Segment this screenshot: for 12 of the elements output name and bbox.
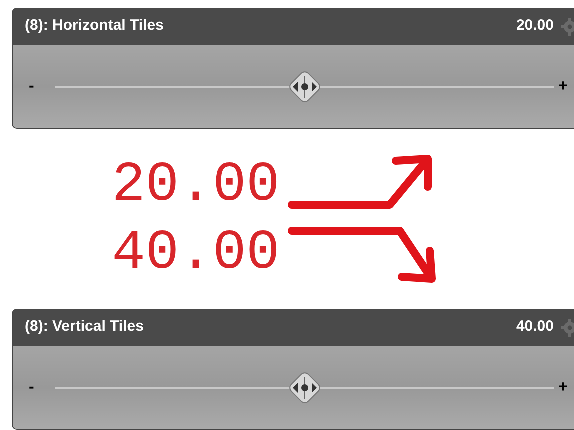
slider-label: (8): Vertical Tiles <box>25 317 145 338</box>
annotation-text: 40.00 <box>112 222 280 284</box>
annotation-text: 20.00 <box>112 154 280 216</box>
slider-label: (8): Horizontal Tiles <box>25 16 165 36</box>
gear-icon[interactable] <box>560 318 574 338</box>
plus-label[interactable]: + <box>554 74 568 98</box>
plus-label[interactable]: + <box>554 376 568 400</box>
slider-value: 40.00 <box>516 317 554 338</box>
minus-label[interactable]: - <box>29 376 55 400</box>
slider-value: 20.00 <box>516 16 554 36</box>
gear-icon[interactable] <box>560 16 574 36</box>
minus-label[interactable]: - <box>29 74 55 98</box>
